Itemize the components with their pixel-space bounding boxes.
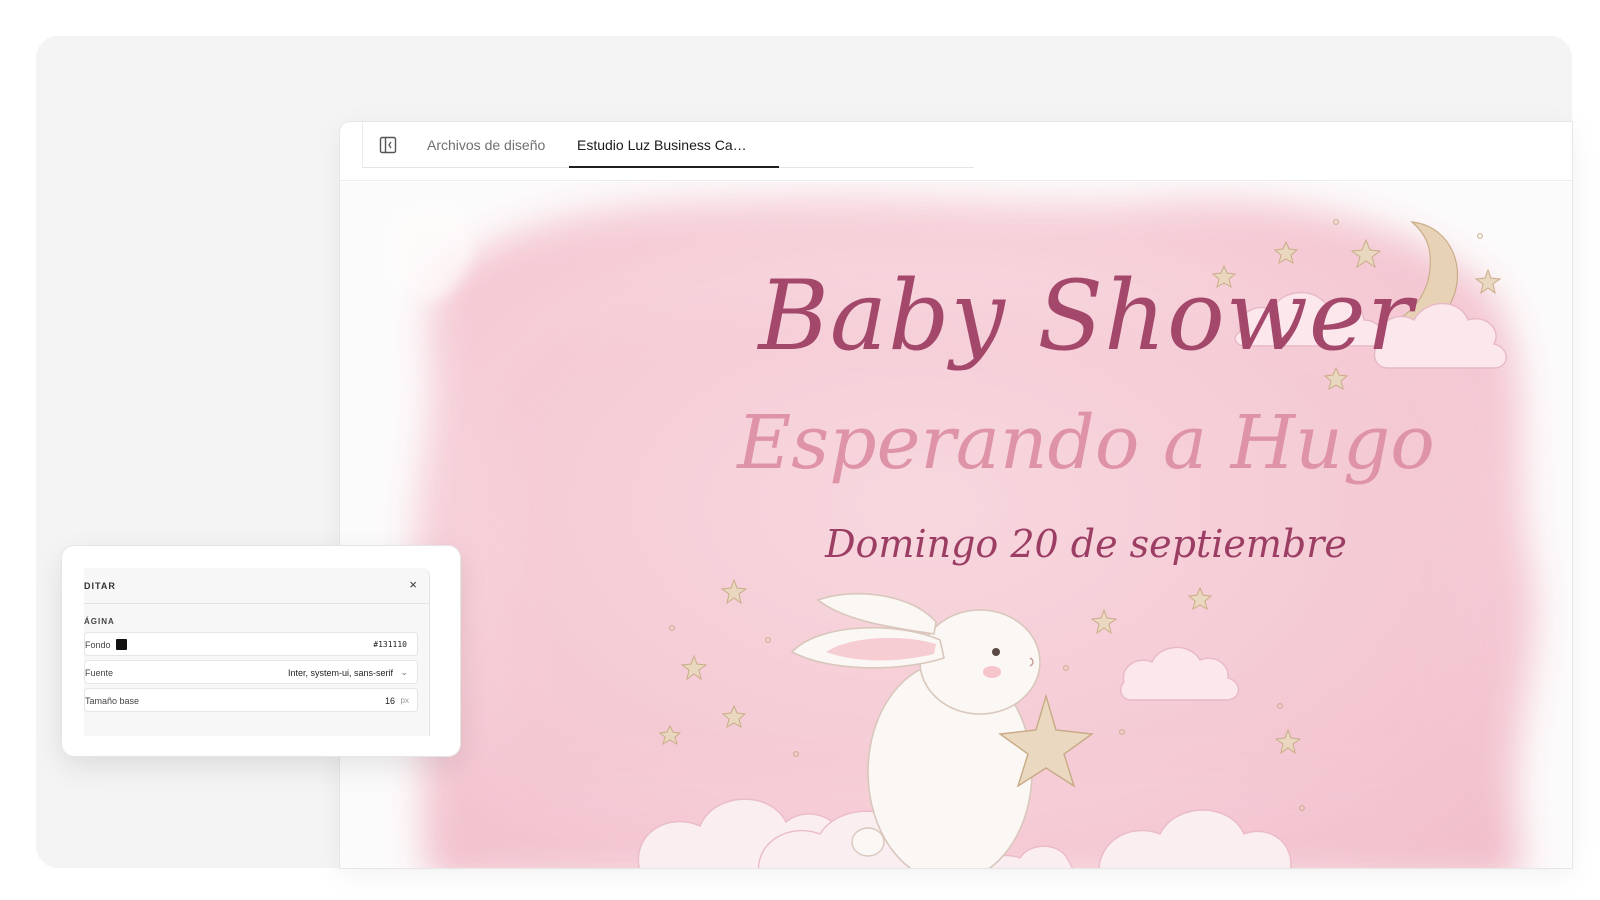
background-color-swatch[interactable] <box>116 639 127 650</box>
tab-bar: Archivos de diseño Estudio Luz Business … <box>362 122 974 168</box>
edit-panel-header: DITAR × <box>84 568 429 604</box>
base-size-unit: px <box>400 696 409 705</box>
base-size-value[interactable]: 16 <box>385 696 395 706</box>
font-select[interactable]: Fuente Inter, system-ui, sans-serif ⌄ <box>84 660 418 684</box>
invitation-subtitle: Esperando a Hugo <box>737 400 1435 486</box>
invitation-title: Baby Shower <box>758 260 1414 372</box>
background-field[interactable]: Fondo #131110 <box>84 632 418 656</box>
tab-active-document[interactable]: Estudio Luz Business Ca… <box>569 122 779 168</box>
base-size-label: Tamaño base <box>85 696 140 706</box>
design-canvas[interactable]: Baby Shower Esperando a Hugo Domingo 20 … <box>340 182 1572 868</box>
sidebar-toggle-icon[interactable] <box>379 136 397 154</box>
background-value: #131110 <box>373 640 407 649</box>
chevron-down-icon[interactable]: ⌄ <box>400 667 408 678</box>
font-label: Fuente <box>85 668 114 678</box>
edit-panel-body: DITAR × ÁGINA Fondo #131110 Fuente Inter… <box>84 568 430 736</box>
edit-panel-title: DITAR <box>84 581 116 591</box>
invitation-date: Domingo 20 de septiembre <box>825 522 1347 566</box>
edit-panel: DITAR × ÁGINA Fondo #131110 Fuente Inter… <box>62 546 460 756</box>
base-size-field[interactable]: Tamaño base 16 px <box>84 688 418 712</box>
page-section-label: ÁGINA <box>84 617 115 626</box>
tab-design-files[interactable]: Archivos de diseño <box>427 122 545 168</box>
design-window: Archivos de diseño Estudio Luz Business … <box>340 122 1572 868</box>
header-divider <box>340 180 1572 181</box>
background-label: Fondo <box>85 640 111 650</box>
close-icon[interactable]: × <box>409 577 417 592</box>
font-value: Inter, system-ui, sans-serif <box>287 668 393 678</box>
